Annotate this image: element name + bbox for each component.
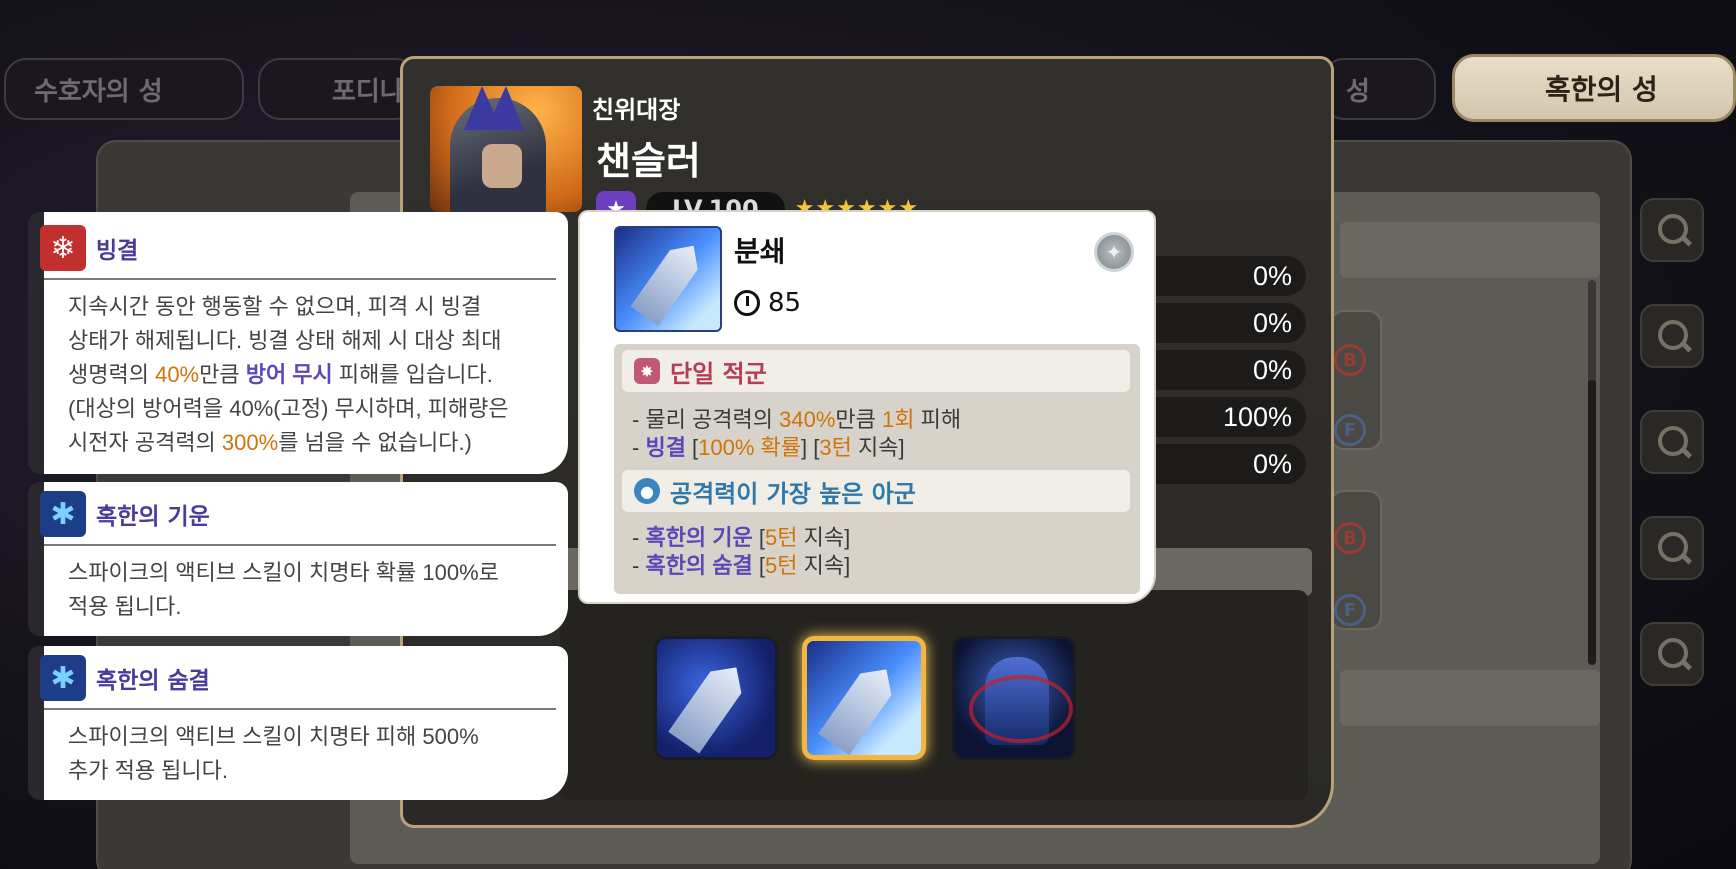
search-icon[interactable] — [1640, 198, 1704, 262]
skill-slot-3[interactable] — [952, 636, 1076, 760]
hero-name: 챈슬러 — [596, 139, 701, 183]
frost-spike-icon: ✱ — [40, 655, 86, 701]
hero-title: 친위대장 — [592, 96, 681, 124]
background-strip — [1340, 670, 1600, 726]
tab-fordina[interactable]: 포디나 — [258, 58, 418, 120]
skill-slot-1[interactable] — [654, 636, 778, 760]
divider — [44, 708, 556, 710]
target-ally-bar: ● 공격력이 가장 높은 아군 — [622, 470, 1130, 512]
search-icon[interactable] — [1640, 516, 1704, 580]
search-icon[interactable] — [1640, 304, 1704, 368]
timer-icon — [734, 290, 760, 316]
divider — [44, 544, 556, 546]
frost-spike-icon: ✱ — [40, 491, 86, 537]
search-icon[interactable] — [1640, 622, 1704, 686]
tooltip-cold-breath-header: ✱ 혹한의 숨결 — [40, 655, 210, 701]
f-badge: F — [1334, 414, 1366, 446]
hero-portrait — [430, 86, 582, 212]
snowflake-icon: ❄ — [40, 225, 86, 271]
tab-guardian-castle[interactable]: 수호자의 성 — [4, 58, 244, 120]
b-badge: B — [1334, 522, 1366, 554]
background-strip — [1340, 222, 1600, 278]
ally-target-icon: ● — [634, 478, 660, 504]
ally-effect-line: - 혹한의 숨결 [5턴 지속] — [632, 553, 851, 578]
target-ally-label: 공격력이 가장 높은 아군 — [670, 479, 916, 508]
tooltip-title: 빙결 — [96, 238, 139, 264]
target-enemy-bar: ✸ 단일 적군 — [622, 350, 1130, 392]
list-scrollbar[interactable] — [1588, 280, 1596, 665]
enemy-effect-line: - 빙결 [100% 확률] [3턴 지속] — [632, 435, 905, 460]
tooltip-title: 혹한의 숨결 — [96, 668, 210, 694]
divider — [44, 278, 556, 280]
tooltip-title: 혹한의 기운 — [96, 504, 210, 530]
target-enemy-label: 단일 적군 — [670, 359, 767, 388]
tab-frigid-castle[interactable]: 혹한의 성 — [1452, 54, 1736, 122]
skill-type-badge-icon: ✦ — [1094, 232, 1134, 272]
tab-castle[interactable]: 성 — [1322, 58, 1436, 120]
tooltip-cold-spirit-text: 스파이크의 액티브 스킬이 치명타 확률 100%로 적용 됩니다. — [68, 560, 499, 619]
tooltip-cold-spirit-header: ✱ 혹한의 기운 — [40, 491, 210, 537]
tooltip-cold-breath-text: 스파이크의 액티브 스킬이 치명타 피해 500% 추가 적용 됩니다. — [68, 724, 479, 783]
f-badge: F — [1334, 594, 1366, 626]
skill-icon — [614, 226, 722, 332]
search-icon[interactable] — [1640, 410, 1704, 474]
skill-cooldown: 85 — [734, 286, 801, 320]
skill-name: 분쇄 — [734, 235, 786, 268]
b-badge: B — [1334, 344, 1366, 376]
enemy-target-icon: ✸ — [634, 358, 660, 384]
skill-slot-2-selected[interactable] — [802, 636, 926, 760]
tooltip-freeze-header: ❄ 빙결 — [40, 225, 139, 271]
tooltip-freeze-text: 지속시간 동안 행동할 수 없으며, 피격 시 빙결 상태가 해제됩니다. 빙결… — [68, 294, 509, 455]
cooldown-value: 85 — [768, 288, 802, 318]
